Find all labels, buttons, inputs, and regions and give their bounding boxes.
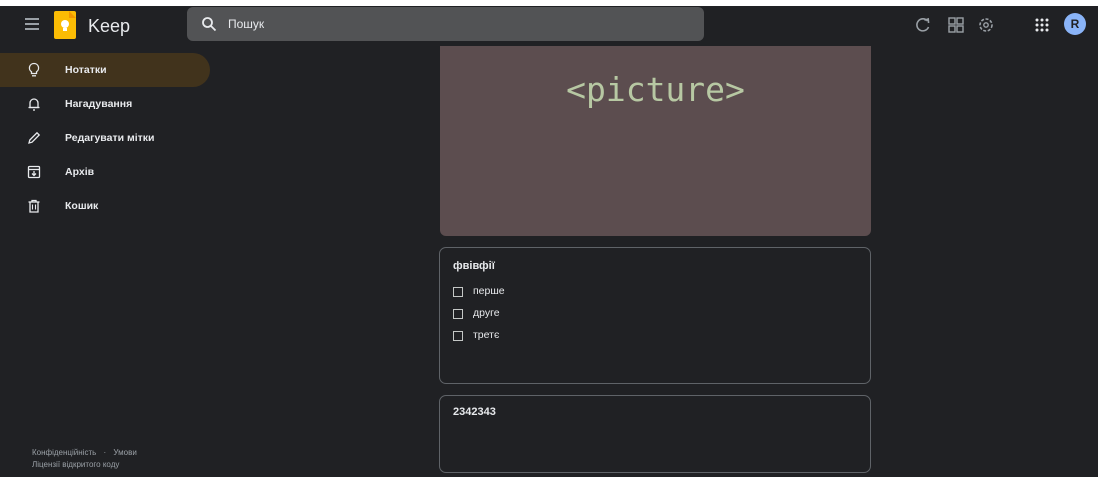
sidebar-item-archive[interactable]: Архів — [0, 155, 210, 189]
sidebar-item-label: Нотатки — [65, 64, 107, 76]
footer-separator: · — [103, 448, 107, 457]
trash-icon — [28, 199, 40, 213]
note-image[interactable]: <picture> — [440, 46, 871, 236]
sidebar-item-notes[interactable]: Нотатки — [0, 53, 210, 87]
sidebar-item-trash[interactable]: Кошик — [0, 189, 210, 223]
terms-link[interactable]: Умови — [113, 448, 136, 457]
licenses-link[interactable]: Ліцензії відкритого коду — [32, 460, 119, 469]
note-title: фвівфії — [453, 260, 495, 272]
footer-links: Конфіденційність · Умови — [32, 448, 137, 457]
sidebar-item-edit-labels[interactable]: Редагувати мітки — [0, 121, 210, 155]
app-brand[interactable]: Keep — [88, 16, 130, 37]
search-placeholder: Пошук — [228, 17, 265, 31]
archive-icon — [27, 165, 41, 179]
sidebar-item-label: Нагадування — [65, 98, 133, 110]
grid-view-icon[interactable] — [947, 16, 965, 34]
lightbulb-icon — [28, 62, 40, 77]
header-bar: Keep Пошук R — [0, 6, 1098, 46]
checklist-item-label: друге — [473, 307, 500, 319]
checkbox[interactable] — [453, 309, 463, 319]
settings-icon[interactable] — [977, 16, 995, 34]
checklist-item-label: третє — [473, 329, 500, 341]
keep-logo-icon[interactable] — [54, 11, 76, 39]
account-avatar[interactable]: R — [1064, 13, 1086, 35]
sidebar-item-label: Редагувати мітки — [65, 132, 155, 144]
sidebar-item-reminders[interactable]: Нагадування — [0, 87, 210, 121]
sidebar-item-label: Кошик — [65, 200, 99, 212]
checkbox[interactable] — [453, 287, 463, 297]
main-menu-button[interactable] — [25, 18, 39, 32]
search-icon — [202, 17, 217, 32]
note-card-checklist[interactable]: фвівфії перше друге третє — [439, 247, 871, 384]
sidebar-item-label: Архів — [65, 166, 95, 178]
privacy-link[interactable]: Конфіденційність — [32, 448, 96, 457]
note-image-placeholder: <picture> — [566, 70, 745, 109]
apps-icon[interactable] — [1033, 16, 1051, 34]
checkbox[interactable] — [453, 331, 463, 341]
checklist-item-label: перше — [473, 285, 505, 297]
pencil-icon — [28, 131, 41, 144]
note-body: 2342343 — [453, 406, 496, 418]
search-input[interactable]: Пошук — [187, 7, 704, 41]
refresh-icon[interactable] — [914, 16, 932, 34]
note-card-text[interactable]: 2342343 — [439, 395, 871, 473]
bell-icon — [28, 98, 40, 111]
